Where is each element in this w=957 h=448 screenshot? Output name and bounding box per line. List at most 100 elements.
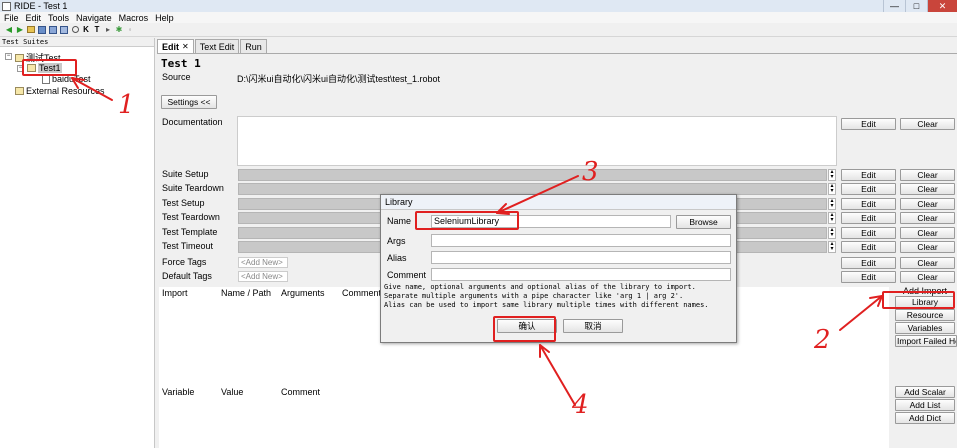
setting-edit-button[interactable]: Edit <box>841 227 896 239</box>
search-icon[interactable] <box>70 25 80 35</box>
run-icon[interactable]: ▸ <box>103 25 113 35</box>
setting-clear-button[interactable]: Clear <box>900 183 955 195</box>
tab-run[interactable]: Run <box>240 39 267 53</box>
browse-button[interactable]: Browse <box>676 215 731 229</box>
dialog-help-text: Give name, optional arguments and option… <box>384 283 734 310</box>
app-logo-icon <box>2 1 11 11</box>
menu-tools[interactable]: Tools <box>48 13 69 23</box>
open-icon[interactable] <box>37 25 47 35</box>
setting-clear-button[interactable]: Clear <box>900 212 955 224</box>
setting-edit-button[interactable]: Edit <box>841 212 896 224</box>
stepper-icon[interactable]: ▴ ▾ <box>828 212 836 224</box>
stepper-icon[interactable]: ▴ ▾ <box>828 198 836 210</box>
source-label: Source <box>162 72 191 82</box>
new-project-icon[interactable] <box>26 25 36 35</box>
tree-item-external-resources[interactable]: External Resources <box>15 86 105 96</box>
setting-clear-button[interactable]: Clear <box>900 227 955 239</box>
forward-arrow-icon[interactable]: ▶ <box>15 25 25 35</box>
title-bar: RIDE - Test 1 — □ ✕ <box>0 0 957 12</box>
documentation-clear-button[interactable]: Clear <box>900 118 955 130</box>
variables-button[interactable]: Variables <box>895 322 955 334</box>
alias-input[interactable] <box>431 251 731 264</box>
variable-table[interactable] <box>159 386 889 448</box>
variable-col-header: Variable <box>162 387 195 397</box>
setting-clear-button[interactable]: Clear <box>900 241 955 253</box>
annotation-box-ok <box>493 316 556 342</box>
setting-edit-button[interactable]: Edit <box>841 241 896 253</box>
editor-tabs: Edit ✕ Text Edit Run <box>157 39 268 53</box>
save-all-icon[interactable] <box>59 25 69 35</box>
dialog-title: Library <box>381 195 736 210</box>
menu-edit[interactable]: Edit <box>26 13 42 23</box>
tree-item-label: External Resources <box>26 86 105 96</box>
window-title: RIDE - Test 1 <box>14 1 68 11</box>
import-failed-help-button[interactable]: Import Failed Help <box>895 335 957 347</box>
stepper-icon[interactable]: ▴ ▾ <box>828 227 836 239</box>
alias-label: Alias <box>387 253 407 263</box>
annotation-number-1: 1 <box>118 90 135 120</box>
menu-bar: File Edit Tools Navigate Macros Help <box>0 12 957 23</box>
force-tags-label: Force Tags <box>162 257 207 267</box>
settings-toggle-button[interactable]: Settings << <box>161 95 217 109</box>
setting-clear-button[interactable]: Clear <box>900 169 955 181</box>
menu-navigate[interactable]: Navigate <box>76 13 112 23</box>
force-tags-clear-button[interactable]: Clear <box>900 257 955 269</box>
minimize-button[interactable]: — <box>883 0 905 12</box>
documentation-label: Documentation <box>162 117 223 127</box>
close-tab-icon[interactable]: ✕ <box>182 42 189 51</box>
keyword-k-icon[interactable]: K <box>81 25 91 35</box>
annotation-box-name <box>415 211 519 230</box>
add-scalar-button[interactable]: Add Scalar <box>895 386 955 398</box>
cancel-button[interactable]: 取消 <box>563 319 623 333</box>
value-col-header: Value <box>221 387 244 397</box>
add-dict-button[interactable]: Add Dict <box>895 412 955 424</box>
force-tags-edit-button[interactable]: Edit <box>841 257 896 269</box>
import-col-header: Import <box>162 288 188 298</box>
default-tags-add-new[interactable]: <Add New> <box>238 271 288 282</box>
setting-clear-button[interactable]: Clear <box>900 198 955 210</box>
stepper-icon[interactable]: ▴ ▾ <box>828 169 836 181</box>
toolbar: ◀ ▶ K T ▸ ✱ ◦ <box>0 23 957 37</box>
resource-button[interactable]: Resource <box>895 309 955 321</box>
force-tags-add-new[interactable]: <Add New> <box>238 257 288 268</box>
default-tags-clear-button[interactable]: Clear <box>900 271 955 283</box>
setting-edit-button[interactable]: Edit <box>841 198 896 210</box>
comment-input[interactable] <box>431 268 731 281</box>
setting-label: Suite Setup <box>162 169 209 179</box>
name-path-col-header: Name / Path <box>221 288 272 298</box>
tab-edit[interactable]: Edit ✕ <box>157 39 194 53</box>
documentation-editor[interactable] <box>237 116 837 166</box>
args-label: Args <box>387 236 406 246</box>
setting-label: Suite Teardown <box>162 183 224 193</box>
documentation-edit-button[interactable]: Edit <box>841 118 896 130</box>
setting-edit-button[interactable]: Edit <box>841 183 896 195</box>
stepper-icon[interactable]: ▴ ▾ <box>828 241 836 253</box>
annotation-box-tree <box>22 59 77 76</box>
collapse-toggle-icon[interactable]: − <box>5 53 12 60</box>
back-arrow-icon[interactable]: ◀ <box>4 25 14 35</box>
comment-label: Comment <box>387 270 427 280</box>
setting-label: Test Teardown <box>162 212 220 222</box>
setting-label: Test Timeout <box>162 241 214 251</box>
annotation-number-4: 4 <box>572 390 589 420</box>
close-button[interactable]: ✕ <box>927 0 957 12</box>
save-icon[interactable] <box>48 25 58 35</box>
stop-icon[interactable]: ◦ <box>125 25 135 35</box>
args-input[interactable] <box>431 234 731 247</box>
tab-label: Edit <box>162 41 179 52</box>
test-t-icon[interactable]: T <box>92 25 102 35</box>
annotation-box-library <box>882 291 955 309</box>
settings-gear-icon[interactable]: ✱ <box>114 25 124 35</box>
stepper-icon[interactable]: ▴ ▾ <box>828 183 836 195</box>
default-tags-edit-button[interactable]: Edit <box>841 271 896 283</box>
comment-col-header: Comment <box>342 288 382 298</box>
menu-help[interactable]: Help <box>155 13 174 23</box>
add-list-button[interactable]: Add List <box>895 399 955 411</box>
setting-label: Test Setup <box>162 198 205 208</box>
maximize-button[interactable]: □ <box>905 0 927 12</box>
setting-value-field[interactable] <box>238 169 827 181</box>
tab-text-edit[interactable]: Text Edit <box>194 39 240 53</box>
menu-macros[interactable]: Macros <box>119 13 149 23</box>
setting-edit-button[interactable]: Edit <box>841 169 896 181</box>
menu-file[interactable]: File <box>4 13 19 23</box>
